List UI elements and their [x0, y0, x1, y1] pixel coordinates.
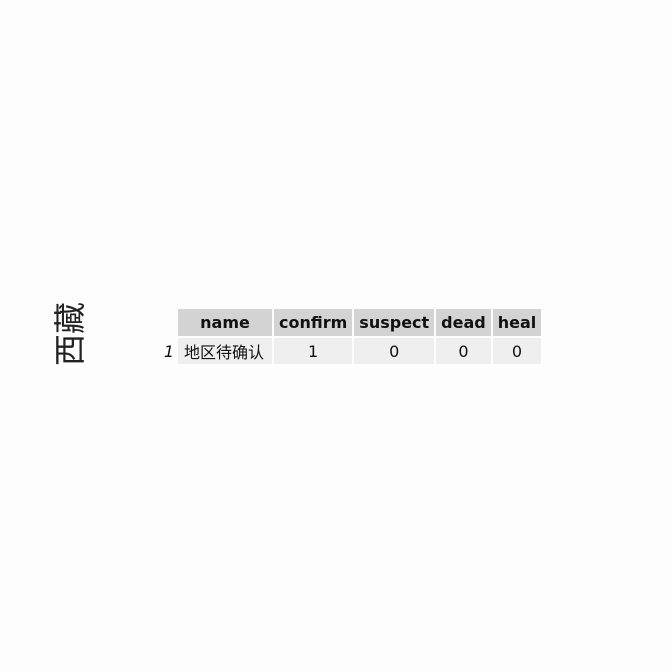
cell-name: 地区待确认 [178, 338, 272, 364]
column-header-suspect: suspect [354, 309, 435, 336]
row-index-header [162, 309, 176, 336]
region-title: 西藏 [48, 296, 92, 372]
row-index: 1 [163, 341, 174, 361]
column-header-dead: dead [436, 309, 491, 336]
column-header-heal: heal [492, 309, 542, 336]
cell-confirm: 1 [274, 338, 353, 364]
cell-suspect: 0 [354, 338, 435, 364]
column-header-confirm: confirm [274, 309, 353, 336]
data-table: name confirm suspect dead heal 1 地区待确认 1… [160, 307, 543, 366]
table-header-row: name confirm suspect dead heal [162, 309, 542, 336]
cell-dead: 0 [436, 338, 491, 364]
cell-heal: 0 [492, 338, 542, 364]
column-header-name: name [178, 309, 272, 336]
table-row: 1 地区待确认 1 0 0 0 [162, 338, 542, 364]
region-title-text: 西藏 [51, 301, 90, 367]
